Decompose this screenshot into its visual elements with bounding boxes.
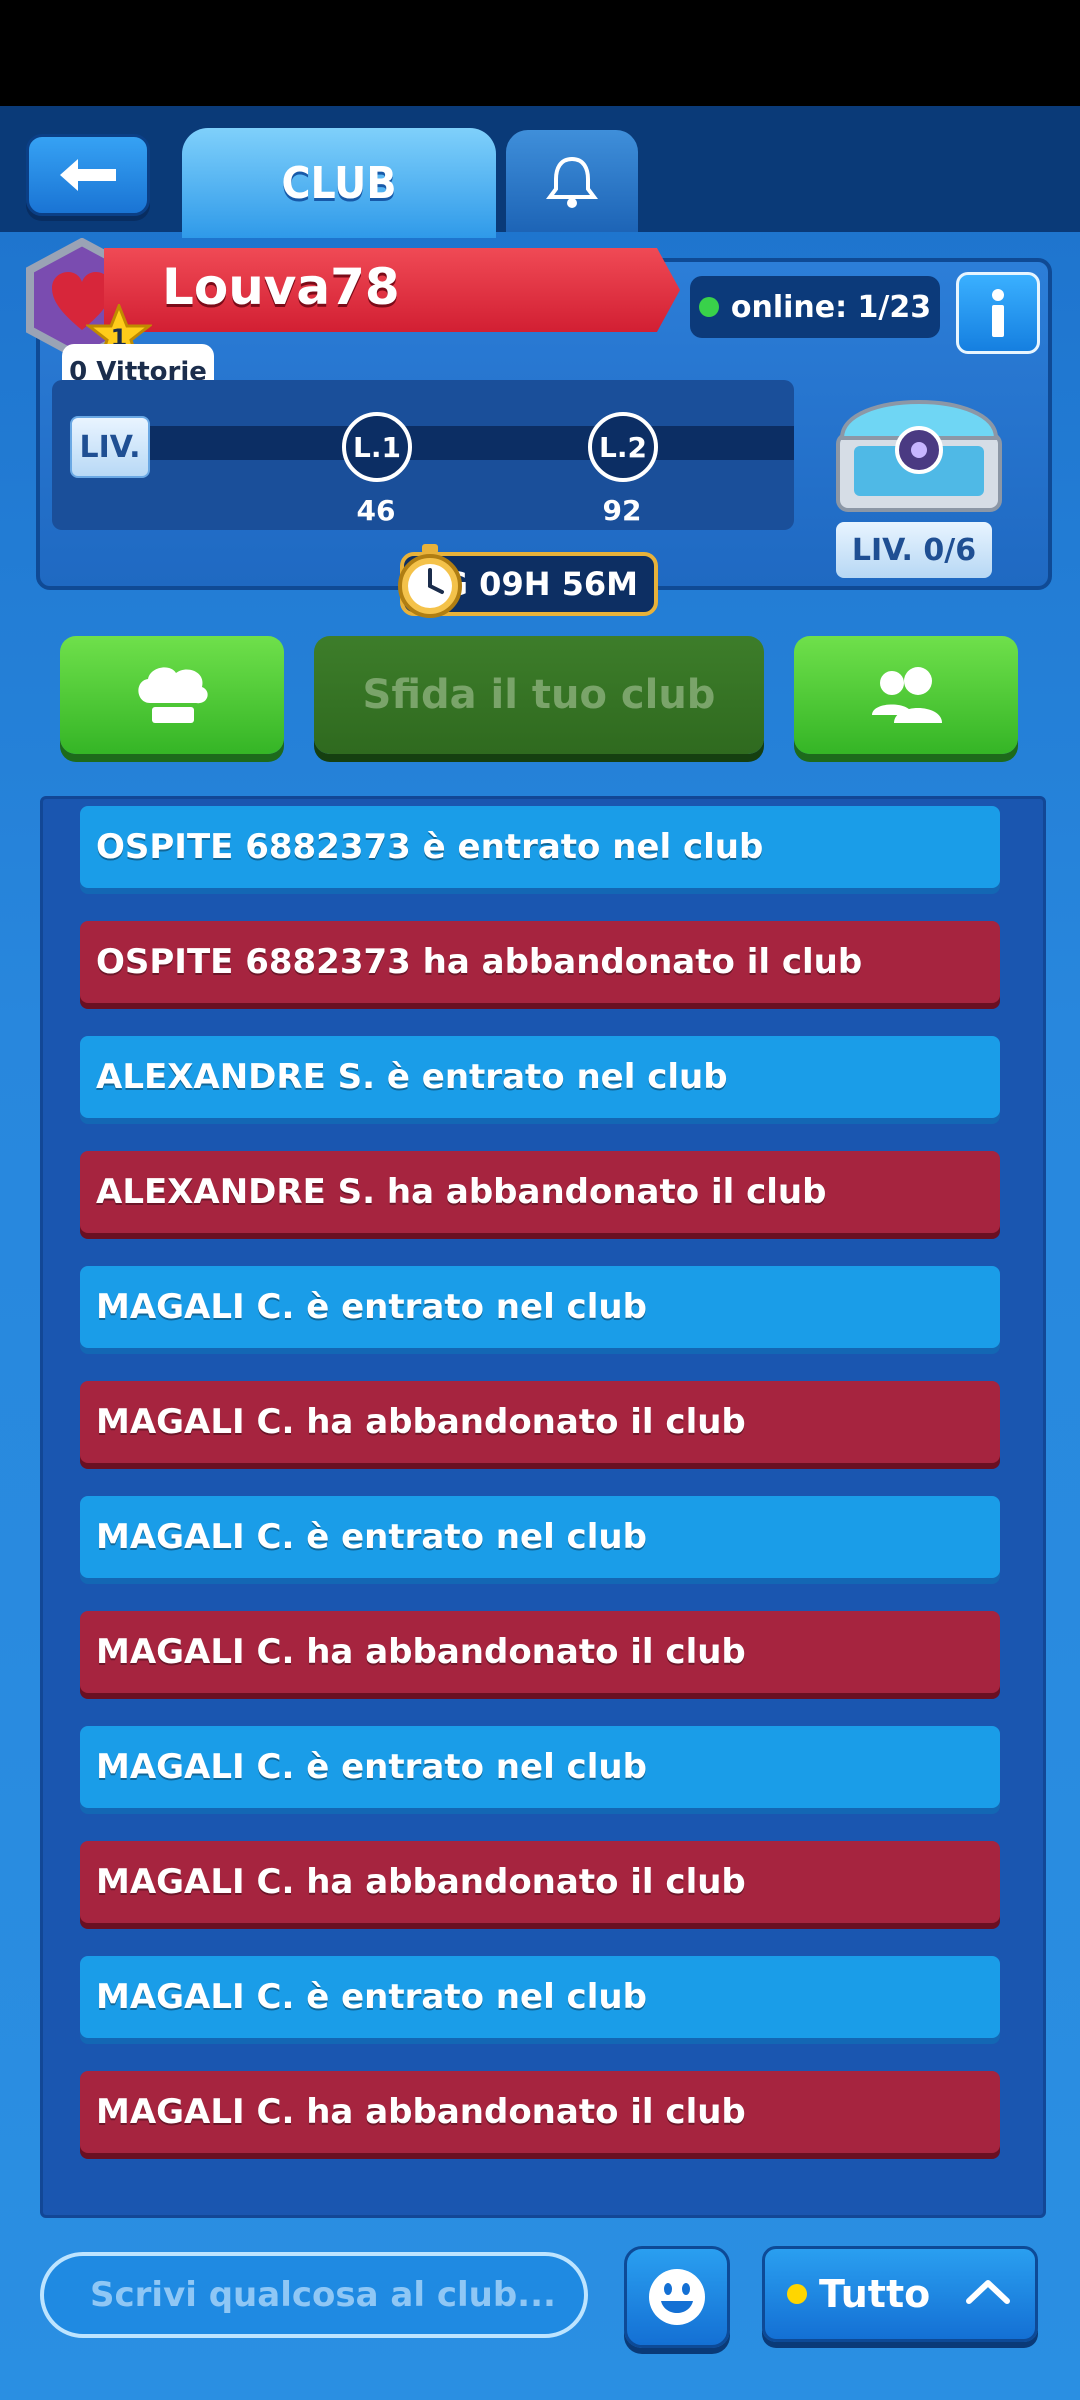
feed-item: MAGALI C. ha abbandonato il club bbox=[80, 1611, 1000, 1693]
feed-item-text: ALEXANDRE S. è entrato nel club bbox=[96, 1057, 728, 1097]
chest-level: LIV. 0/6 bbox=[836, 522, 992, 578]
level-tag-label: LIV. bbox=[79, 429, 141, 465]
info-button[interactable] bbox=[956, 272, 1040, 354]
arrow-left-icon bbox=[60, 159, 116, 191]
level-node-value: 92 bbox=[602, 494, 642, 527]
chef-hat-icon bbox=[138, 667, 208, 723]
challenge-label: Sfida il tuo club bbox=[362, 672, 716, 718]
feed-item: MAGALI C. è entrato nel club bbox=[80, 1956, 1000, 2038]
online-dot bbox=[698, 297, 719, 317]
status-bar bbox=[0, 0, 1080, 106]
chat-input-wrapper[interactable] bbox=[40, 2252, 588, 2338]
online-count: online: 1/23 bbox=[730, 289, 932, 325]
feed-item-text: OSPITE 6882373 ha abbandonato il club bbox=[96, 942, 863, 982]
level-node-label: L.2 bbox=[599, 430, 647, 464]
chevron-up-icon bbox=[966, 2280, 1010, 2304]
info-icon bbox=[992, 289, 1004, 337]
tab-club[interactable]: CLUB bbox=[182, 128, 496, 238]
smiley-icon bbox=[649, 2269, 705, 2325]
level-tag: LIV. bbox=[70, 416, 150, 478]
feed-item: ALEXANDRE S. ha abbandonato il club bbox=[80, 1151, 1000, 1233]
club-name: Louva78 bbox=[162, 258, 400, 316]
stopwatch-icon bbox=[398, 544, 462, 618]
level-track bbox=[100, 426, 794, 460]
chat-filter-dropdown[interactable]: Tutto bbox=[762, 2246, 1038, 2342]
chat-input[interactable] bbox=[88, 2274, 584, 2316]
feed-item-text: MAGALI C. ha abbandonato il club bbox=[96, 1862, 746, 1902]
level-node-value: 46 bbox=[356, 494, 396, 527]
bell-icon bbox=[546, 156, 598, 208]
chef-button[interactable] bbox=[60, 636, 284, 754]
feed-item-text: MAGALI C. è entrato nel club bbox=[96, 1747, 647, 1787]
back-button[interactable] bbox=[26, 134, 150, 216]
users-icon bbox=[872, 667, 942, 723]
feed-item-text: OSPITE 6882373 è entrato nel club bbox=[96, 827, 764, 867]
feed-item: MAGALI C. è entrato nel club bbox=[80, 1496, 1000, 1578]
chest-level-label: LIV. 0/6 bbox=[851, 532, 977, 568]
emoji-button[interactable] bbox=[624, 2246, 730, 2348]
club-name-banner: Louva78 bbox=[104, 248, 680, 332]
challenge-club-button[interactable]: Sfida il tuo club bbox=[314, 636, 764, 754]
feed-item: MAGALI C. è entrato nel club bbox=[80, 1266, 1000, 1348]
feed-item-text: MAGALI C. è entrato nel club bbox=[96, 1977, 647, 2017]
feed-item: MAGALI C. ha abbandonato il club bbox=[80, 2071, 1000, 2153]
level-node-1: L.1 bbox=[342, 412, 412, 482]
filter-label: Tutto bbox=[819, 2272, 931, 2316]
online-status: online: 1/23 bbox=[690, 276, 940, 338]
feed-item-text: MAGALI C. è entrato nel club bbox=[96, 1287, 647, 1327]
feed-item: ALEXANDRE S. è entrato nel club bbox=[80, 1036, 1000, 1118]
club-screen: CLUB Louva78 1 online: 1/23 0 Vittorie L… bbox=[0, 106, 1080, 2400]
feed-item-text: MAGALI C. ha abbandonato il club bbox=[96, 2092, 746, 2132]
feed-item: MAGALI C. ha abbandonato il club bbox=[80, 1381, 1000, 1463]
level-node-2: L.2 bbox=[588, 412, 658, 482]
tab-notifications[interactable] bbox=[506, 130, 638, 232]
filter-dot bbox=[787, 2284, 807, 2304]
feed-item-text: MAGALI C. è entrato nel club bbox=[96, 1517, 647, 1557]
feed-item: MAGALI C. è entrato nel club bbox=[80, 1726, 1000, 1808]
tab-club-label: CLUB bbox=[281, 157, 397, 209]
feed-item: MAGALI C. ha abbandonato il club bbox=[80, 1841, 1000, 1923]
feed-item-text: ALEXANDRE S. ha abbandonato il club bbox=[96, 1172, 827, 1212]
feed-item: OSPITE 6882373 è entrato nel club bbox=[80, 806, 1000, 888]
chest-icon[interactable] bbox=[828, 376, 1010, 516]
level-node-label: L.1 bbox=[353, 430, 401, 464]
feed-item: OSPITE 6882373 ha abbandonato il club bbox=[80, 921, 1000, 1003]
feed-item-text: MAGALI C. ha abbandonato il club bbox=[96, 1402, 746, 1442]
members-button[interactable] bbox=[794, 636, 1018, 754]
feed-item-text: MAGALI C. ha abbandonato il club bbox=[96, 1632, 746, 1672]
